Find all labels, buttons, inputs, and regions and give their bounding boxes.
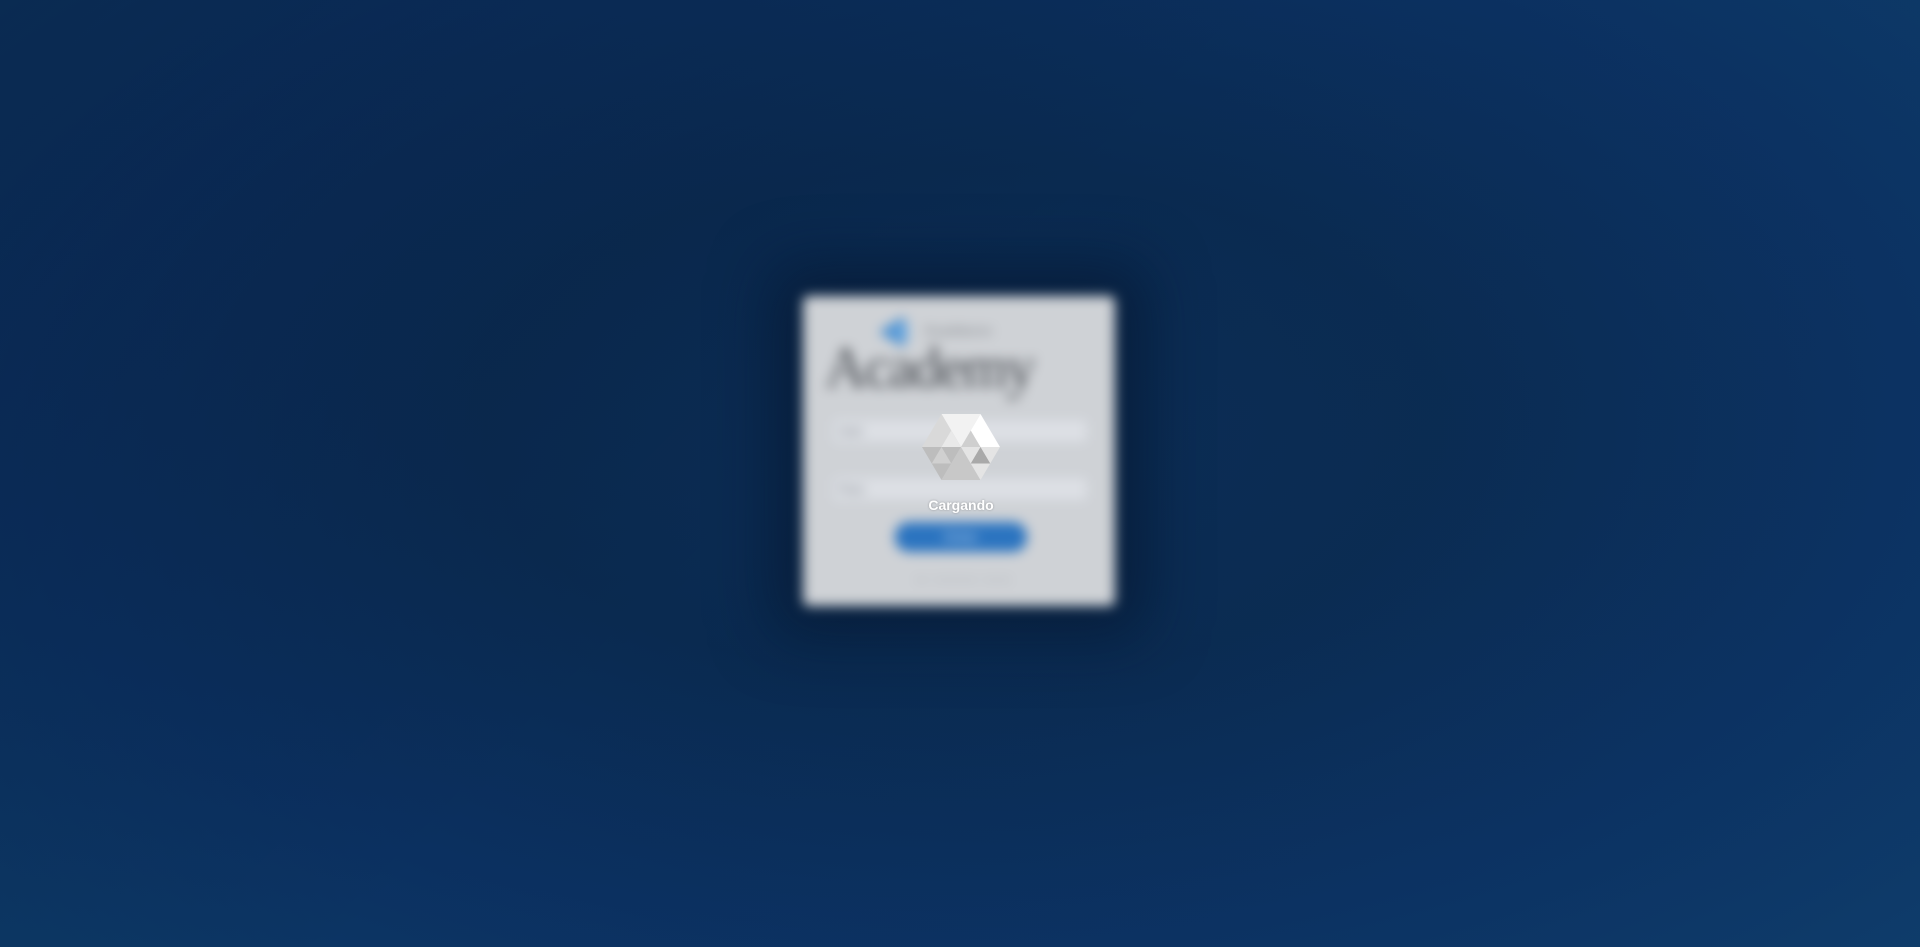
academy-logo: RoadWarrior Academy: [825, 314, 1095, 400]
password-label: Pass: [838, 482, 865, 496]
loading-overlay: Cargando: [898, 410, 1024, 520]
hexagon-spinner-icon: [922, 414, 1000, 480]
loading-text: Cargando: [928, 497, 994, 513]
login-button[interactable]: Entrar: [895, 522, 1027, 552]
username-label: User: [838, 424, 864, 438]
footer-links: — · — — — · — —: [915, 574, 1011, 586]
logo-wordmark: Academy: [825, 335, 1035, 400]
